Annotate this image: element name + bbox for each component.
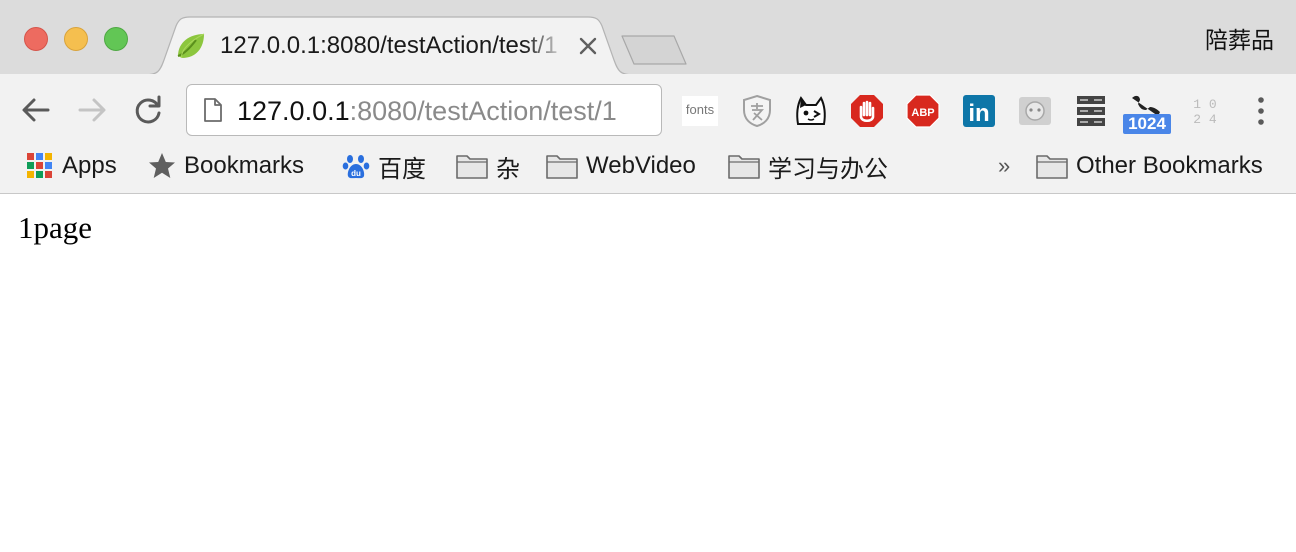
bookmark-study-label: 学习与办公 [768, 155, 888, 183]
toolbar: 127.0.0.1:8080/testAction/test/1 fonts A… [0, 74, 1296, 146]
page-document-icon [204, 98, 222, 122]
linkedin-label: in [968, 100, 989, 127]
profile-name[interactable]: 陪葬品 [1205, 24, 1274, 56]
bookmark-folder-webvideo[interactable]: WebVideo [546, 146, 696, 186]
window-maximize-button[interactable] [104, 27, 128, 51]
close-tab-icon[interactable] [574, 32, 602, 60]
bookmarks-bar: Apps Bookmarks du 百度 杂 WebVideo 学习与办公 » … [0, 146, 1296, 194]
new-tab-button[interactable] [620, 34, 690, 66]
abp-label: ABP [911, 107, 934, 119]
svg-text:1 0: 1 0 [1193, 97, 1216, 112]
reload-icon[interactable] [130, 92, 166, 128]
bookmarks-overflow-chevron[interactable]: » [998, 146, 1010, 186]
bookmark-apps[interactable]: Apps [26, 146, 117, 186]
bookmark-baidu-label: 百度 [378, 155, 426, 183]
tab-title: 127.0.0.1:8080/testAction/test/1 [220, 32, 558, 59]
page-content: 1page [0, 194, 1296, 552]
bookmark-folder-study[interactable]: 学习与办公 [728, 146, 888, 186]
svg-text:du: du [351, 169, 361, 178]
forward-arrow-icon[interactable] [74, 92, 110, 128]
numbers-extension-icon[interactable]: 1 0 2 4 [1188, 94, 1222, 128]
baidu-paw-icon: du [342, 155, 370, 179]
svg-text:2 4: 2 4 [1193, 112, 1217, 127]
url-host: 127.0.0.1 [237, 96, 350, 126]
bookmark-bookmarks-label: Bookmarks [184, 152, 305, 179]
bookmark-baidu[interactable]: du 百度 [342, 146, 426, 186]
bookmark-misc-label: 杂 [496, 155, 520, 183]
overflow-chevron-icon: » [998, 153, 1011, 178]
folder-icon [1036, 155, 1068, 179]
extension-badge: 1024 [1123, 114, 1171, 134]
bookmark-bookmarks[interactable]: Bookmarks [148, 146, 304, 186]
bookmark-other-bookmarks[interactable]: Other Bookmarks [1036, 146, 1263, 186]
linkedin-icon[interactable]: in [962, 94, 996, 128]
stop-hand-extension-icon[interactable] [850, 94, 884, 128]
menu-kebab-icon[interactable] [1244, 94, 1278, 128]
active-tab[interactable]: 127.0.0.1:8080/testAction/test/1 [144, 16, 634, 75]
fonts-extension-icon[interactable]: fonts [682, 96, 718, 126]
window-minimize-button[interactable] [64, 27, 88, 51]
apps-grid-icon [27, 153, 52, 178]
anime-extension-icon[interactable] [1018, 94, 1052, 128]
server-extension-icon[interactable] [1074, 94, 1108, 128]
folder-icon [546, 155, 578, 179]
star-icon [149, 153, 175, 178]
bookmark-other-label: Other Bookmarks [1076, 152, 1263, 179]
spring-leaf-icon [177, 33, 205, 59]
bookmark-folder-misc[interactable]: 杂 [456, 146, 520, 186]
bookmark-webvideo-label: WebVideo [586, 152, 696, 179]
adblock-plus-icon[interactable]: ABP [906, 94, 940, 128]
bookmark-apps-label: Apps [62, 152, 117, 179]
tab-strip: 127.0.0.1:8080/testAction/test/1 陪葬品 [0, 0, 1296, 75]
folder-icon [728, 155, 760, 179]
address-bar[interactable]: 127.0.0.1:8080/testAction/test/1 [186, 84, 662, 136]
zhi-extension-icon[interactable] [740, 94, 774, 128]
folder-icon [456, 155, 488, 179]
page-body-text: 1page [18, 210, 93, 245]
url-path: :8080/testAction/test/1 [349, 96, 617, 126]
window-close-button[interactable] [24, 27, 48, 51]
cat-extension-icon[interactable] [794, 94, 828, 128]
url-text[interactable]: 127.0.0.1:8080/testAction/test/1 [237, 85, 653, 135]
back-arrow-icon[interactable] [18, 92, 54, 128]
